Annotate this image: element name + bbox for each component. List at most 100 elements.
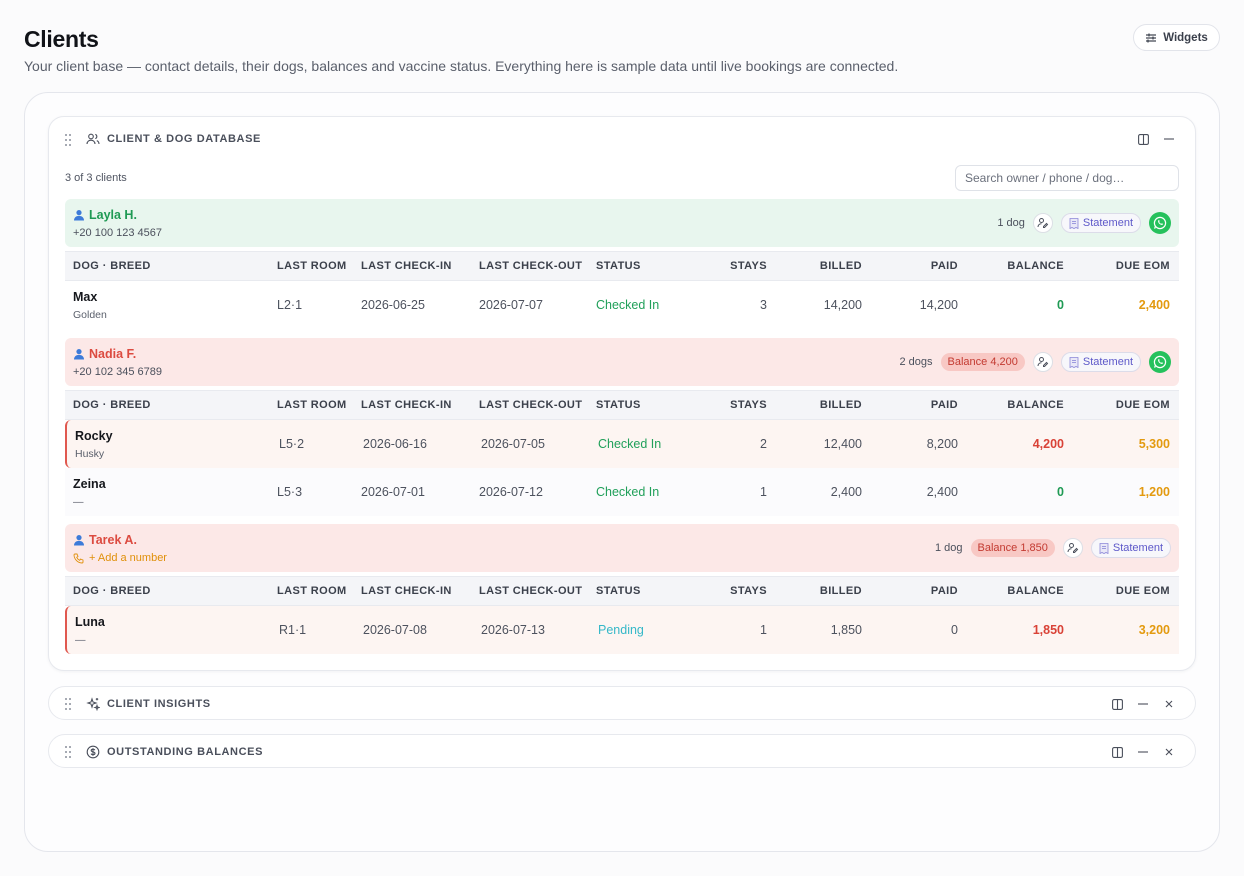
whatsapp-icon[interactable]	[1149, 212, 1171, 234]
statement-button[interactable]: Statement	[1060, 213, 1141, 233]
reassign-icon[interactable]	[1032, 213, 1053, 233]
col-due-eom: DUE EOM	[1115, 585, 1170, 597]
last-check-in: 2026-07-01	[361, 485, 425, 499]
dog-count: 1 dog	[934, 542, 963, 554]
minimize-icon[interactable]	[1136, 697, 1150, 711]
status: Pending	[598, 623, 644, 637]
users-icon	[86, 133, 100, 145]
owner-name-label: Layla H.	[89, 208, 137, 222]
owner-name[interactable]: Layla H.	[73, 208, 137, 222]
col-billed: BILLED	[819, 260, 862, 272]
dog-name: Max	[73, 290, 98, 304]
dollar-circle-icon	[86, 745, 100, 759]
card-header: CLIENT INSIGHTS	[49, 687, 1195, 721]
owner-row[interactable]: Layla H. +20 100 123 4567 1 dog Statemen…	[65, 199, 1179, 247]
stays: 2	[760, 437, 767, 451]
due-eom: 5,300	[1138, 437, 1170, 451]
user-icon	[74, 535, 84, 546]
columns-icon[interactable]	[1136, 132, 1150, 146]
columns-icon[interactable]	[1110, 745, 1124, 759]
columns-icon[interactable]	[1110, 697, 1124, 711]
balance-badge: Balance 1,850	[970, 539, 1055, 557]
statement-label: Statement	[1082, 217, 1133, 229]
minimize-icon[interactable]	[1162, 132, 1176, 146]
col-balance: BALANCE	[1007, 260, 1064, 272]
table-row[interactable]: Luna — R1·1 2026-07-08 2026-07-13 Pendin…	[65, 606, 1179, 654]
dog-breed: Husky	[75, 448, 105, 460]
table-row[interactable]: Rocky Husky L5·2 2026-06-16 2026-07-05 C…	[65, 420, 1179, 468]
owner-row[interactable]: Nadia F. +20 102 345 6789 2 dogs Balance…	[65, 338, 1179, 386]
col-billed: BILLED	[819, 399, 862, 411]
minimize-icon[interactable]	[1136, 745, 1150, 759]
statement-label: Statement	[1082, 356, 1133, 368]
reassign-icon[interactable]	[1032, 352, 1053, 372]
col-last-check-out: LAST CHECK-OUT	[479, 585, 583, 597]
last-check-out: 2026-07-05	[481, 437, 545, 451]
col-dog-breed: DOG · BREED	[73, 399, 151, 411]
reassign-icon[interactable]	[1062, 538, 1083, 558]
whatsapp-icon[interactable]	[1149, 351, 1171, 373]
page-subtitle: Your client base — contact details, thei…	[24, 58, 899, 74]
card-title: OUTSTANDING BALANCES	[107, 746, 264, 758]
paid: 14,200	[919, 298, 958, 312]
card-title: CLIENT & DOG DATABASE	[107, 133, 261, 145]
owner-phone: +20 100 123 4567	[73, 227, 163, 239]
col-stays: STAYS	[730, 585, 767, 597]
dog-name: Rocky	[75, 429, 113, 443]
col-billed: BILLED	[819, 585, 862, 597]
last-room: L2·1	[277, 298, 303, 312]
paid: 2,400	[926, 485, 958, 499]
last-room: L5·3	[277, 485, 303, 499]
col-paid: PAID	[930, 260, 958, 272]
drag-handle-icon[interactable]	[65, 134, 73, 146]
col-status: STATUS	[596, 260, 641, 272]
stays: 3	[760, 298, 767, 312]
col-last-check-in: LAST CHECK-IN	[361, 260, 452, 272]
owner-row[interactable]: Tarek A. + Add a number 1 dog Balance 1,…	[65, 524, 1179, 572]
card-header: CLIENT & DOG DATABASE	[49, 117, 1195, 161]
table-header: DOG · BREED LAST ROOM LAST CHECK-IN LAST…	[65, 576, 1179, 606]
statement-button[interactable]: Statement	[1090, 538, 1171, 558]
col-stays: STAYS	[730, 260, 767, 272]
drag-handle-icon[interactable]	[65, 746, 73, 758]
balance: 4,200	[1032, 437, 1064, 451]
col-dog-breed: DOG · BREED	[73, 585, 151, 597]
page-title: Clients	[24, 26, 99, 52]
widgets-label: Widgets	[1163, 31, 1208, 44]
phone-icon	[73, 553, 84, 563]
last-check-in: 2026-07-08	[363, 623, 427, 637]
col-last-check-out: LAST CHECK-OUT	[479, 260, 583, 272]
add-number-link[interactable]: + Add a number	[73, 552, 167, 564]
col-paid: PAID	[930, 585, 958, 597]
col-status: STATUS	[596, 585, 641, 597]
client-count: 3 of 3 clients	[65, 172, 127, 184]
col-balance: BALANCE	[1007, 399, 1064, 411]
owner-phone: +20 102 345 6789	[73, 366, 163, 378]
close-icon[interactable]	[1162, 745, 1176, 759]
dog-breed: —	[73, 496, 84, 508]
user-icon	[74, 210, 84, 221]
card-title: CLIENT INSIGHTS	[107, 698, 211, 710]
table-row[interactable]: Zeina — L5·3 2026-07-01 2026-07-12 Check…	[65, 468, 1179, 516]
table-header: DOG · BREED LAST ROOM LAST CHECK-IN LAST…	[65, 251, 1179, 281]
status: Checked In	[598, 437, 662, 451]
col-stays: STAYS	[730, 399, 767, 411]
last-check-in: 2026-06-25	[361, 298, 425, 312]
col-last-check-in: LAST CHECK-IN	[361, 585, 452, 597]
owner-name-label: Nadia F.	[89, 347, 137, 361]
dog-name: Zeina	[73, 477, 106, 491]
last-room: R1·1	[279, 623, 307, 637]
table-row[interactable]: Max Golden L2·1 2026-06-25 2026-07-07 Ch…	[65, 281, 1179, 329]
owner-name[interactable]: Tarek A.	[73, 533, 137, 547]
receipt-icon	[1069, 217, 1079, 229]
owner-name[interactable]: Nadia F.	[73, 347, 136, 361]
billed: 2,400	[830, 485, 862, 499]
user-icon	[74, 349, 84, 360]
drag-handle-icon[interactable]	[65, 698, 73, 710]
table-header: DOG · BREED LAST ROOM LAST CHECK-IN LAST…	[65, 390, 1179, 420]
statement-button[interactable]: Statement	[1060, 352, 1141, 372]
search-input[interactable]	[955, 165, 1179, 191]
widgets-button[interactable]: Widgets	[1133, 24, 1220, 51]
col-balance: BALANCE	[1007, 585, 1064, 597]
close-icon[interactable]	[1162, 697, 1176, 711]
